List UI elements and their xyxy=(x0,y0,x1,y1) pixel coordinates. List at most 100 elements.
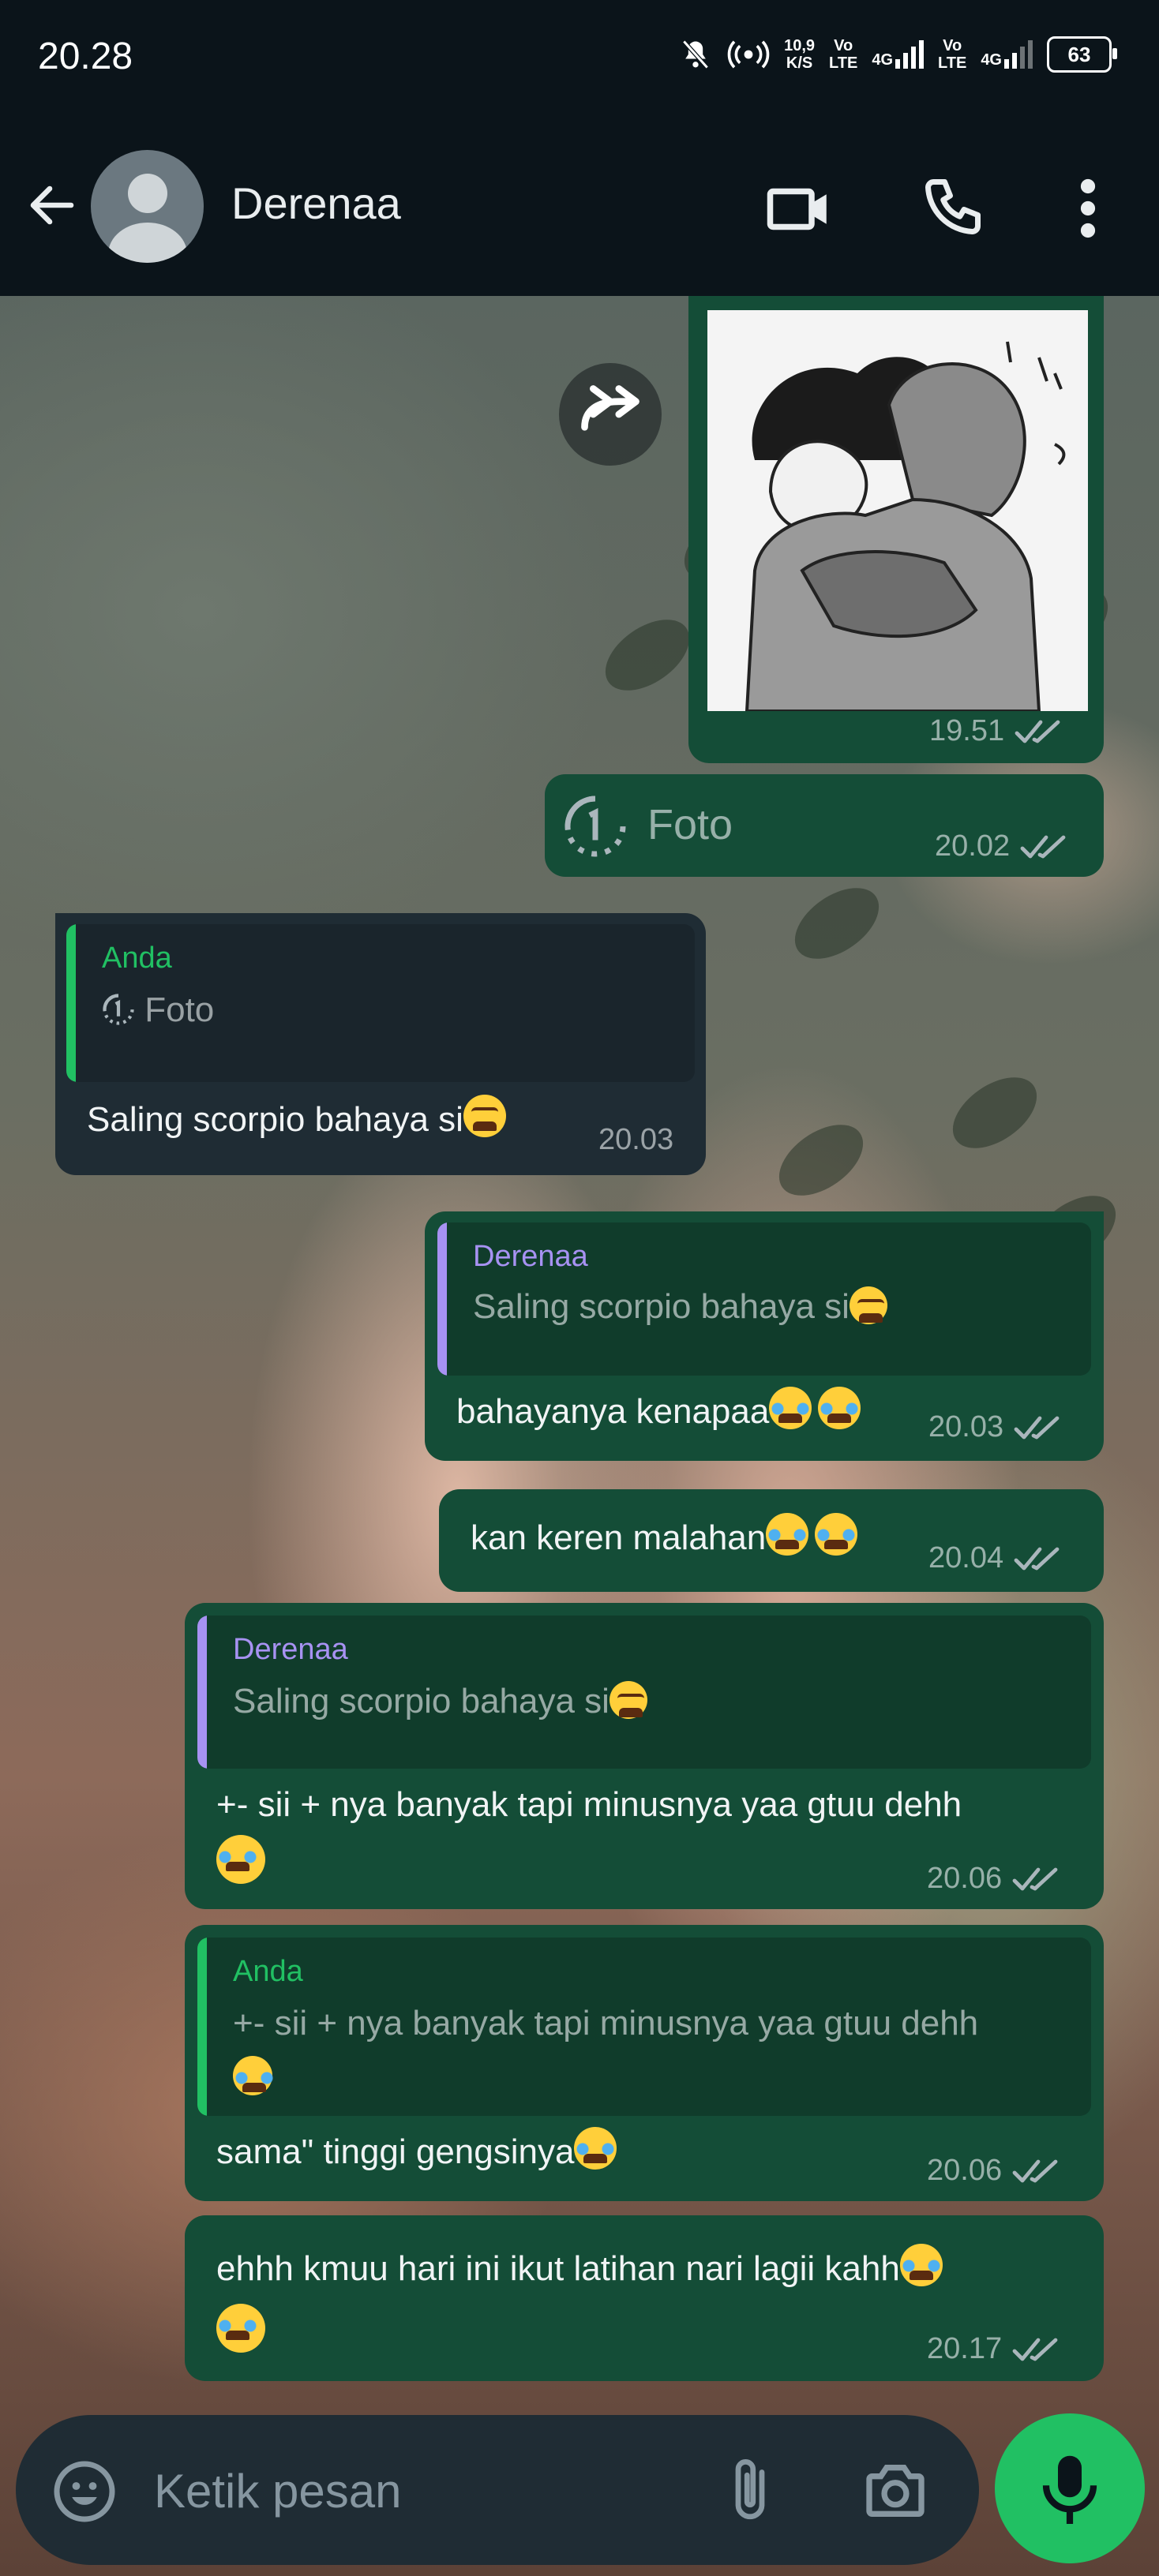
read-ticks-icon xyxy=(1020,835,1066,858)
quoted-message[interactable]: Anda Foto xyxy=(66,924,695,1082)
signal-bars-icon xyxy=(1004,40,1033,69)
quote-author: Derenaa xyxy=(473,1240,588,1273)
volte-indicator-1: Vo LTE xyxy=(829,37,858,72)
battery-icon: 63 xyxy=(1047,36,1117,73)
quote-text-row: Saling scorpio bahaya si xyxy=(473,1284,887,1330)
forward-icon xyxy=(581,385,640,431)
outgoing-message[interactable]: Derenaa Saling scorpio bahaya si bahayan… xyxy=(425,1211,1104,1461)
shared-photo[interactable] xyxy=(707,310,1088,711)
crying-face-emoji xyxy=(216,1835,265,1884)
crying-face-emoji xyxy=(574,2127,617,2170)
volte-indicator-2: Vo LTE xyxy=(938,37,967,72)
quote-author: Anda xyxy=(102,942,172,975)
camera-icon[interactable] xyxy=(861,2456,930,2525)
message-meta: 20.06 xyxy=(927,2154,1065,2188)
message-emoji-row xyxy=(216,2304,265,2353)
outgoing-message[interactable]: kan keren malahan 20.04 xyxy=(439,1489,1104,1592)
quote-author: Derenaa xyxy=(233,1633,348,1666)
status-time: 20.28 xyxy=(38,36,133,77)
signal-bars-icon xyxy=(895,40,925,69)
message-meta: 20.02 xyxy=(935,829,1073,863)
microphone-button[interactable] xyxy=(995,2413,1145,2563)
message-text-row: sama" tinggi gengsinya xyxy=(216,2127,617,2176)
message-time: 20.17 xyxy=(927,2332,1003,2365)
quoted-message[interactable]: Anda +- sii + nya banyak tapi minusnya y… xyxy=(197,1938,1091,2116)
hotspot-icon xyxy=(727,40,770,69)
read-ticks-icon xyxy=(1014,1547,1060,1570)
mute-notification-icon xyxy=(682,39,709,69)
quote-emoji-row xyxy=(233,2056,273,2095)
more-vertical-icon[interactable] xyxy=(1072,175,1104,242)
outgoing-message[interactable]: Anda +- sii + nya banyak tapi minusnya y… xyxy=(185,1925,1104,2201)
read-ticks-icon xyxy=(1012,2338,1058,2361)
read-ticks-icon xyxy=(1014,1416,1060,1439)
signal-sim2: 4G xyxy=(981,40,1033,69)
paperclip-icon[interactable] xyxy=(726,2454,774,2525)
message-text: sama" tinggi gengsinya xyxy=(216,2132,575,2171)
phone-call-icon[interactable] xyxy=(920,174,986,240)
chat-wallpaper: 19.51 Foto 20.02 Anda Foto Saling scorpi… xyxy=(0,296,1159,2576)
crying-face-emoji xyxy=(216,2304,265,2353)
weary-face-emoji xyxy=(463,1095,506,1137)
manga-illustration xyxy=(707,310,1088,711)
message-time: 20.02 xyxy=(935,829,1011,863)
message-time: 20.04 xyxy=(928,1541,1004,1574)
message-text: bahayanya kenapaa xyxy=(456,1392,770,1431)
message-time: 20.03 xyxy=(598,1123,674,1156)
message-input[interactable]: Ketik pesan xyxy=(154,2464,402,2518)
message-text: +- sii + nya banyak tapi minusnya yaa gt… xyxy=(216,1785,962,1824)
crying-face-emoji xyxy=(815,1513,858,1556)
avatar[interactable] xyxy=(91,150,204,263)
quote-text-row: Foto xyxy=(102,987,214,1033)
message-meta: 20.03 xyxy=(598,1123,673,1157)
read-ticks-icon xyxy=(1012,2159,1058,2182)
forward-button[interactable] xyxy=(559,363,662,466)
quoted-message[interactable]: Derenaa Saling scorpio bahaya si xyxy=(437,1222,1091,1376)
message-meta: 20.03 xyxy=(928,1410,1067,1444)
net-speed: 10,9 K/S xyxy=(784,37,816,72)
contact-name[interactable]: Derenaa xyxy=(231,178,401,229)
outgoing-message[interactable]: ehhh kmuu hari ini ikut latihan nari lag… xyxy=(185,2215,1104,2381)
quoted-message[interactable]: Derenaa Saling scorpio bahaya si xyxy=(197,1616,1091,1769)
arrow-left-icon[interactable] xyxy=(24,177,81,234)
message-text: kan keren malahan xyxy=(471,1518,767,1557)
signal-sim1: 4G xyxy=(872,40,925,69)
message-text: ehhh kmuu hari ini ikut latihan nari lag… xyxy=(216,2249,900,2288)
message-text-row: bahayanya kenapaa xyxy=(456,1387,861,1436)
message-emoji-row xyxy=(216,1835,265,1884)
emoji-icon[interactable] xyxy=(51,2458,118,2525)
image-message[interactable]: 19.51 xyxy=(688,296,1104,763)
status-bar: 20.28 10,9 K/S Vo LTE 4G Vo LTE 4G 63 xyxy=(0,0,1159,118)
incoming-message[interactable]: Anda Foto Saling scorpio bahaya si 20.03 xyxy=(55,913,706,1175)
chat-header: Derenaa xyxy=(0,118,1159,296)
video-call-icon[interactable] xyxy=(764,174,835,245)
message-time: 20.03 xyxy=(928,1410,1004,1443)
crying-face-emoji xyxy=(766,1513,809,1556)
view-once-icon xyxy=(564,796,626,857)
view-once-label: Foto xyxy=(647,801,733,848)
crying-face-emoji xyxy=(899,2244,943,2286)
message-text-row: ehhh kmuu hari ini ikut latihan nari lag… xyxy=(216,2244,943,2293)
quote-author: Anda xyxy=(233,1955,303,1988)
quote-text: Foto xyxy=(144,990,215,1029)
message-time: 19.51 xyxy=(929,714,1005,747)
crying-face-emoji xyxy=(233,2056,273,2095)
quote-text: +- sii + nya banyak tapi minusnya yaa gt… xyxy=(233,2004,979,2042)
crying-face-emoji xyxy=(769,1387,812,1429)
message-meta: 20.06 xyxy=(927,1862,1065,1896)
quote-text-row: Saling scorpio bahaya si xyxy=(233,1679,647,1724)
weary-face-emoji xyxy=(849,1286,887,1324)
quote-text: Saling scorpio bahaya si xyxy=(233,1682,610,1720)
message-time: 20.06 xyxy=(927,2154,1003,2187)
crying-face-emoji xyxy=(818,1387,861,1429)
view-once-icon xyxy=(103,994,134,1025)
weary-face-emoji xyxy=(609,1681,647,1719)
outgoing-message[interactable]: Derenaa Saling scorpio bahaya si +- sii … xyxy=(185,1603,1104,1909)
message-composer[interactable]: Ketik pesan xyxy=(16,2415,979,2565)
message-time: 20.06 xyxy=(927,1862,1003,1895)
message-text-row: Saling scorpio bahaya si xyxy=(87,1095,506,1144)
message-text: Saling scorpio bahaya si xyxy=(87,1100,463,1139)
read-ticks-icon xyxy=(1012,1867,1058,1890)
message-meta: 20.04 xyxy=(928,1541,1067,1575)
view-once-message[interactable]: Foto 20.02 xyxy=(545,774,1104,877)
